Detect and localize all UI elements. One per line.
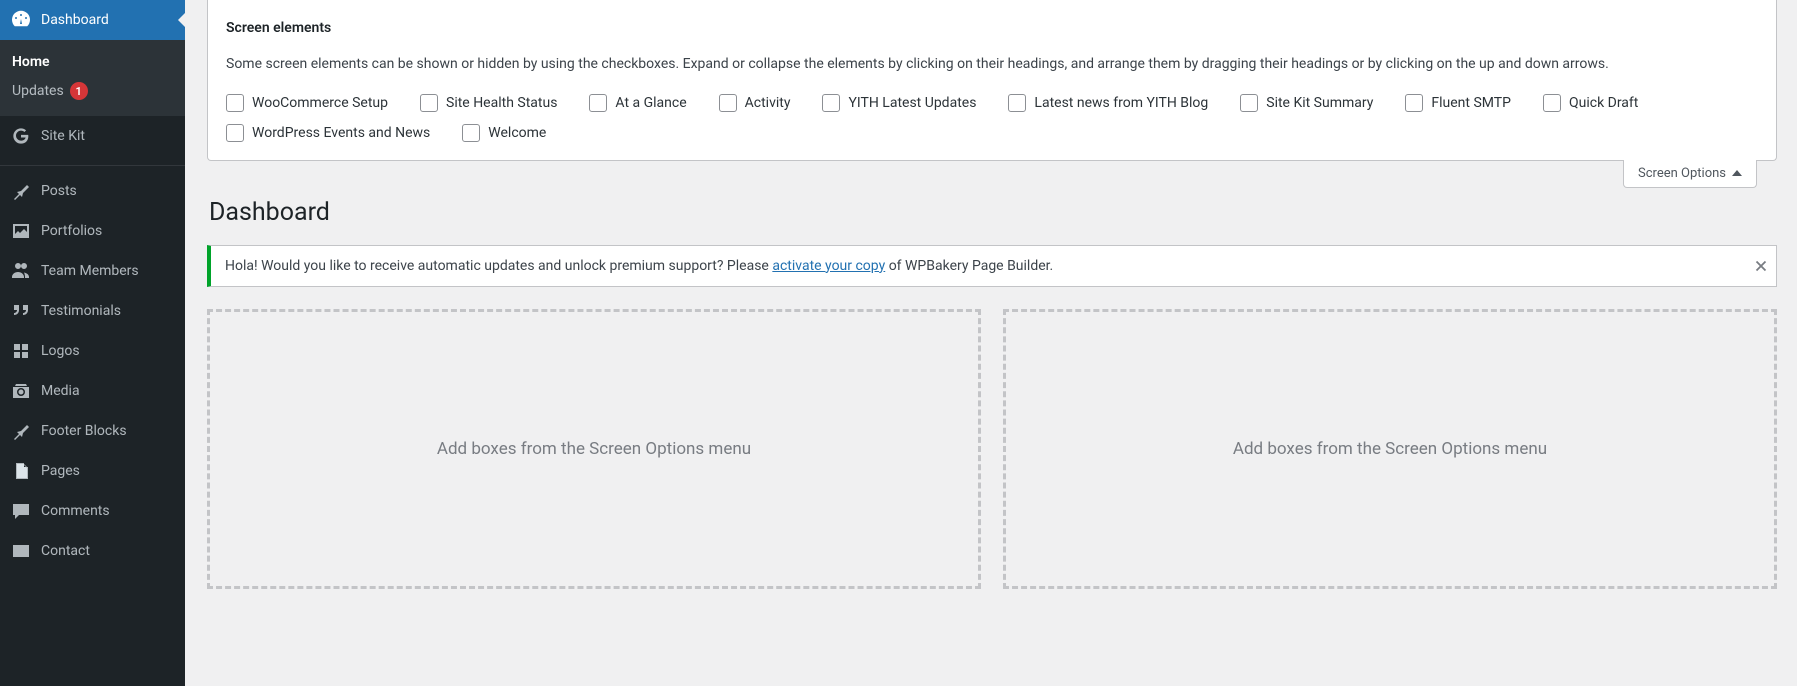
panel-title: Screen elements: [226, 20, 1758, 36]
checkbox-label: Quick Draft: [1569, 95, 1638, 111]
users-icon: [11, 261, 31, 281]
pin-icon: [11, 181, 31, 201]
checkbox-input[interactable]: [1008, 94, 1026, 112]
checkbox-label: Latest news from YITH Blog: [1034, 95, 1208, 111]
checkbox-label: Activity: [745, 95, 791, 111]
sidebar-item-label: Media: [41, 383, 80, 399]
admin-sidebar: Dashboard Home Updates 1 Site Kit Posts …: [0, 0, 185, 686]
checkbox-label: Fluent SMTP: [1431, 95, 1511, 111]
sidebar-item-media[interactable]: Media: [0, 371, 185, 411]
activate-copy-link[interactable]: activate your copy: [772, 258, 885, 274]
sidebar-item-contact[interactable]: Contact: [0, 531, 185, 571]
checkbox-label: YITH Latest Updates: [848, 95, 976, 111]
dashboard-icon: [11, 10, 31, 30]
sidebar-item-label: Footer Blocks: [41, 423, 127, 439]
sidebar-item-label: Logos: [41, 343, 80, 359]
checkbox-quick-draft[interactable]: Quick Draft: [1543, 94, 1638, 112]
sidebar-item-testimonials[interactable]: Testimonials: [0, 291, 185, 331]
pages-icon: [11, 461, 31, 481]
sidebar-submenu-dashboard: Home Updates 1: [0, 40, 185, 116]
sidebar-item-dashboard[interactable]: Dashboard: [0, 0, 185, 40]
notice-text-after: of WPBakery Page Builder.: [885, 258, 1053, 274]
dropzone-placeholder: Add boxes from the Screen Options menu: [437, 439, 751, 459]
checkbox-input[interactable]: [822, 94, 840, 112]
close-icon: [1752, 257, 1770, 275]
checkbox-yith-blog-news[interactable]: Latest news from YITH Blog: [1008, 94, 1208, 112]
sidebar-item-label: Dashboard: [41, 12, 109, 28]
wpbakery-activation-notice: Hola! Would you like to receive automati…: [207, 245, 1777, 287]
main-content: Screen elements Some screen elements can…: [185, 0, 1797, 686]
sidebar-item-label: Portfolios: [41, 223, 102, 239]
quote-icon: [11, 301, 31, 321]
checkbox-input[interactable]: [1240, 94, 1258, 112]
dropzone-left[interactable]: Add boxes from the Screen Options menu: [207, 309, 981, 589]
dropzone-right[interactable]: Add boxes from the Screen Options menu: [1003, 309, 1777, 589]
sidebar-item-logos[interactable]: Logos: [0, 331, 185, 371]
screen-options-toggle[interactable]: Screen Options: [1623, 160, 1757, 188]
checkbox-input[interactable]: [589, 94, 607, 112]
checkbox-input[interactable]: [420, 94, 438, 112]
sidebar-sub-home[interactable]: Home: [0, 48, 185, 76]
sidebar-item-sitekit[interactable]: Site Kit: [0, 116, 185, 156]
sidebar-item-team-members[interactable]: Team Members: [0, 251, 185, 291]
sidebar-item-label: Team Members: [41, 263, 139, 279]
screen-options-panel: Screen elements Some screen elements can…: [207, 0, 1777, 161]
screen-element-checkboxes: WooCommerce Setup Site Health Status At …: [226, 94, 1758, 142]
sidebar-item-label: Pages: [41, 463, 80, 479]
checkbox-fluent-smtp[interactable]: Fluent SMTP: [1405, 94, 1511, 112]
checkbox-input[interactable]: [1405, 94, 1423, 112]
checkbox-label: WordPress Events and News: [252, 125, 430, 141]
sidebar-item-label: Comments: [41, 503, 110, 519]
sidebar-sub-label: Home: [12, 54, 50, 70]
checkbox-label: Site Kit Summary: [1266, 95, 1373, 111]
checkbox-input[interactable]: [1543, 94, 1561, 112]
screen-options-tab-wrap: Screen Options: [207, 160, 1777, 188]
media-icon: [11, 381, 31, 401]
pin-icon: [11, 421, 31, 441]
panel-description: Some screen elements can be shown or hid…: [226, 54, 1758, 76]
checkbox-input[interactable]: [226, 94, 244, 112]
grid-icon: [11, 341, 31, 361]
sidebar-sub-updates[interactable]: Updates 1: [0, 76, 185, 106]
dismiss-notice-button[interactable]: [1750, 255, 1772, 277]
checkbox-label: Welcome: [488, 125, 546, 141]
sidebar-item-footer-blocks[interactable]: Footer Blocks: [0, 411, 185, 451]
checkbox-woocommerce-setup[interactable]: WooCommerce Setup: [226, 94, 388, 112]
updates-count-badge: 1: [70, 82, 88, 100]
checkbox-yith-latest-updates[interactable]: YITH Latest Updates: [822, 94, 976, 112]
sidebar-item-label: Posts: [41, 183, 77, 199]
sidebar-item-label: Testimonials: [41, 303, 121, 319]
sidebar-item-label: Site Kit: [41, 128, 85, 144]
dashboard-widget-dropzones: Add boxes from the Screen Options menu A…: [207, 309, 1777, 589]
screen-options-label: Screen Options: [1638, 166, 1726, 181]
sidebar-item-posts[interactable]: Posts: [0, 171, 185, 211]
sidebar-item-label: Contact: [41, 543, 90, 559]
checkbox-at-a-glance[interactable]: At a Glance: [589, 94, 686, 112]
envelope-icon: [11, 541, 31, 561]
checkbox-label: WooCommerce Setup: [252, 95, 388, 111]
chevron-up-icon: [1732, 170, 1742, 176]
comment-icon: [11, 501, 31, 521]
sidebar-item-portfolios[interactable]: Portfolios: [0, 211, 185, 251]
checkbox-site-kit-summary[interactable]: Site Kit Summary: [1240, 94, 1373, 112]
sidebar-item-pages[interactable]: Pages: [0, 451, 185, 491]
checkbox-label: Site Health Status: [446, 95, 557, 111]
image-icon: [11, 221, 31, 241]
checkbox-site-health-status[interactable]: Site Health Status: [420, 94, 557, 112]
checkbox-label: At a Glance: [615, 95, 686, 111]
notice-text-before: Hola! Would you like to receive automati…: [225, 258, 772, 274]
checkbox-input[interactable]: [226, 124, 244, 142]
checkbox-activity[interactable]: Activity: [719, 94, 791, 112]
notice-text: Hola! Would you like to receive automati…: [225, 258, 1053, 274]
checkbox-input[interactable]: [719, 94, 737, 112]
checkbox-wp-events-news[interactable]: WordPress Events and News: [226, 124, 430, 142]
sidebar-separator: [0, 161, 185, 166]
sidebar-item-comments[interactable]: Comments: [0, 491, 185, 531]
sidebar-sub-label: Updates: [12, 83, 64, 99]
google-g-icon: [11, 126, 31, 146]
page-title: Dashboard: [209, 198, 1777, 227]
dropzone-placeholder: Add boxes from the Screen Options menu: [1233, 439, 1547, 459]
checkbox-welcome[interactable]: Welcome: [462, 124, 546, 142]
checkbox-input[interactable]: [462, 124, 480, 142]
